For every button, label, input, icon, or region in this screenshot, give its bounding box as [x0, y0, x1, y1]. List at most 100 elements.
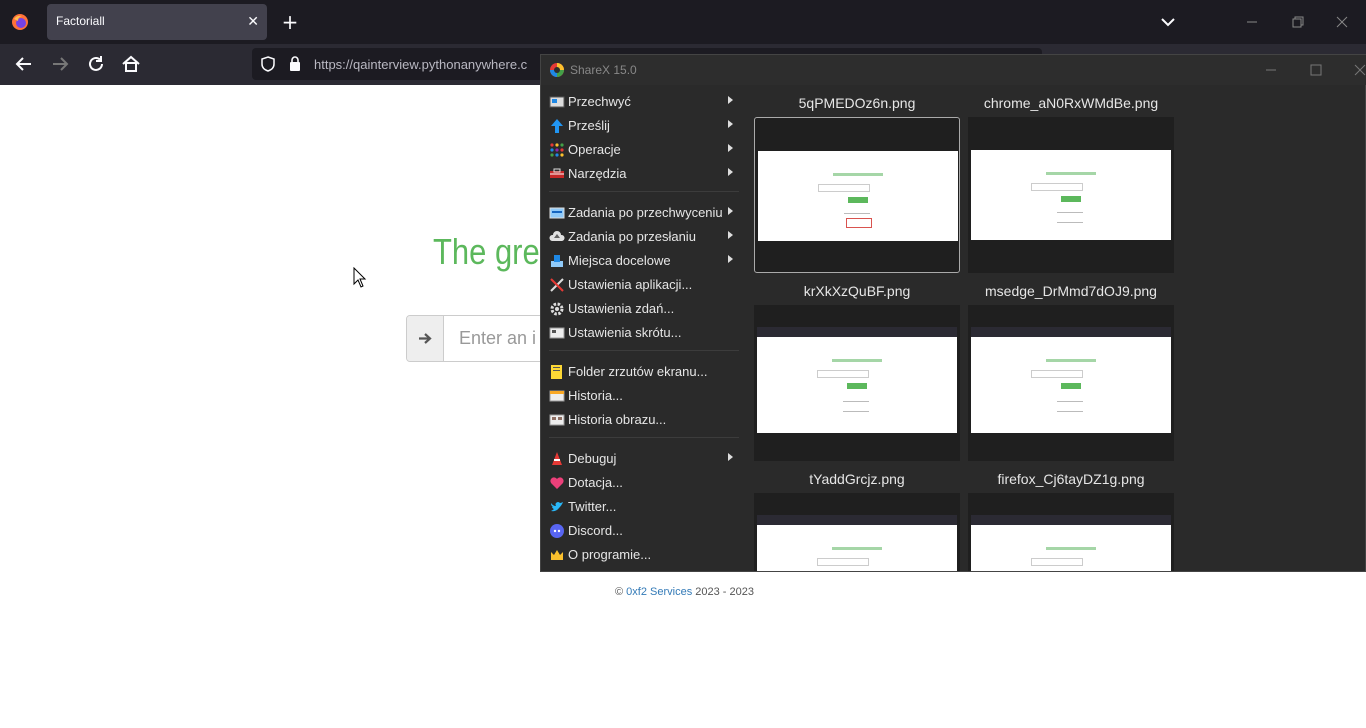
- hotkey-settings-icon: [549, 327, 565, 339]
- sharex-title-bar: ShareX 15.0: [541, 55, 1366, 85]
- menu-item-label: Debuguj: [568, 451, 617, 466]
- mini-line: [1057, 401, 1083, 402]
- menu-item-label: Zadania po przechwyceniu: [568, 205, 723, 220]
- input-addon: [407, 316, 444, 361]
- capture-icon: [549, 96, 565, 108]
- menu-item-label: Miejsca docelowe: [568, 253, 671, 268]
- menu-item-debuguj[interactable]: Debuguj: [549, 448, 741, 470]
- submenu-arrow-icon: [728, 144, 733, 152]
- mini-input: [1031, 183, 1083, 191]
- thumbnail-preview[interactable]: [754, 493, 960, 571]
- thumbnail-item[interactable]: tYaddGrcjz.png: [754, 471, 960, 647]
- url-text[interactable]: https://qainterview.pythonanywhere.c: [314, 57, 527, 72]
- thumbnail-preview[interactable]: [968, 117, 1174, 273]
- mini-line: [844, 213, 870, 214]
- workflows-icon: [550, 143, 564, 157]
- sharex-minimize-icon[interactable]: [1260, 59, 1282, 81]
- mini-headline-bar: [971, 359, 1171, 362]
- thumbnail-item[interactable]: msedge_DrMmd7dOJ9.png: [968, 283, 1174, 461]
- lock-icon[interactable]: [288, 55, 302, 72]
- copyright-symbol: ©: [615, 586, 627, 598]
- submenu-arrow-icon: [728, 207, 733, 215]
- firefox-logo-icon[interactable]: [11, 13, 29, 31]
- shield-icon[interactable]: [260, 56, 276, 72]
- home-icon[interactable]: [120, 53, 142, 75]
- thumbnail-item[interactable]: 5qPMEDOz6n.png: [754, 95, 960, 273]
- folder-icon: [551, 365, 562, 379]
- image-history-icon: [549, 414, 565, 426]
- screenshot-image: [971, 150, 1171, 240]
- upload-icon: [551, 119, 563, 133]
- list-all-tabs-icon[interactable]: [1156, 10, 1180, 34]
- mouse-cursor-icon: [353, 267, 367, 288]
- menu-item-ustawienia-zadan[interactable]: Ustawienia zdań...: [549, 298, 741, 320]
- tools-icon: [550, 168, 564, 178]
- footer-link[interactable]: 0xf2 Services: [626, 586, 692, 598]
- menu-item-twitter[interactable]: Twitter...: [549, 496, 741, 518]
- thumbnail-preview[interactable]: [754, 305, 960, 461]
- menu-item-label: Prześlij: [568, 118, 610, 133]
- back-icon[interactable]: [13, 53, 35, 75]
- menu-item-label: Przechwyć: [568, 94, 631, 109]
- new-tab-button[interactable]: +: [280, 10, 300, 34]
- sharex-maximize-icon[interactable]: [1305, 59, 1327, 81]
- browser-tab-factoriall[interactable]: Factoriall ✕: [47, 4, 267, 40]
- thumbnail-item[interactable]: krXkXzQuBF.png: [754, 283, 960, 461]
- sharex-close-icon[interactable]: [1349, 59, 1366, 81]
- screenshot-image: [757, 337, 957, 433]
- submenu-arrow-icon: [728, 255, 733, 263]
- thumbnail-item[interactable]: firefox_Cj6tayDZ1g.png: [968, 471, 1174, 647]
- forward-icon[interactable]: [49, 53, 71, 75]
- menu-item-miejsca-docelowe[interactable]: Miejsca docelowe: [549, 250, 741, 272]
- mini-button: [1061, 196, 1081, 202]
- menu-item-label: O programie...: [568, 547, 652, 562]
- sharex-logo-icon: [550, 63, 564, 77]
- menu-item-label: Operacje: [568, 142, 621, 157]
- mini-button: [848, 197, 868, 203]
- discord-icon: [550, 524, 564, 538]
- menu-item-zadania-po-przechwyceniu[interactable]: Zadania po przechwyceniu: [549, 202, 741, 224]
- mini-line: [843, 411, 869, 412]
- menu-item-label: Folder zrzutów ekranu...: [568, 364, 708, 379]
- mini-browser-bar: [971, 327, 1171, 337]
- thumbnail-preview[interactable]: [754, 117, 960, 273]
- debug-icon: [552, 452, 562, 465]
- menu-item-przeslij[interactable]: Prześlij: [549, 115, 741, 137]
- menu-item-o-programie[interactable]: O programie...: [549, 544, 741, 566]
- menu-item-historia-obrazu[interactable]: Historia obrazu...: [549, 409, 741, 431]
- crown-icon: [551, 550, 563, 560]
- menu-item-przechwyc[interactable]: Przechwyć: [549, 91, 741, 113]
- menu-item-label: Ustawienia skrótu...: [568, 325, 682, 340]
- menu-item-label: Ustawienia aplikacji...: [568, 277, 693, 292]
- mini-headline-bar: [757, 547, 957, 550]
- mini-input: [1031, 558, 1083, 566]
- browser-tab-bar: Factoriall ✕ +: [0, 0, 1366, 44]
- twitter-icon: [551, 502, 563, 512]
- menu-item-discord[interactable]: Discord...: [549, 520, 741, 542]
- restore-icon[interactable]: [1285, 10, 1309, 34]
- reload-icon[interactable]: [85, 53, 107, 75]
- minimize-icon[interactable]: [1240, 10, 1264, 34]
- close-window-icon[interactable]: [1330, 10, 1354, 34]
- screenshot-image: [971, 525, 1171, 571]
- tab-close-icon[interactable]: ✕: [247, 13, 259, 31]
- menu-item-dotacja[interactable]: Dotacja...: [549, 472, 741, 494]
- thumbnail-item[interactable]: chrome_aN0RxWMdBe.png: [968, 95, 1174, 273]
- menu-item-label: Zadania po przesłaniu: [568, 229, 696, 244]
- menu-item-folder-zrzutow[interactable]: Folder zrzutów ekranu...: [549, 361, 741, 383]
- menu-item-label: Historia obrazu...: [568, 412, 667, 427]
- menu-separator: [549, 191, 739, 192]
- menu-item-zadania-po-przeslaniu[interactable]: Zadania po przesłaniu: [549, 226, 741, 248]
- menu-item-label: Narzędzia: [568, 166, 627, 181]
- menu-item-ustawienia-skrotu[interactable]: Ustawienia skrótu...: [549, 322, 741, 344]
- mini-headline-bar: [757, 359, 957, 362]
- thumbnail-preview[interactable]: [968, 305, 1174, 461]
- submenu-arrow-icon: [728, 168, 733, 176]
- menu-item-operacje[interactable]: Operacje: [549, 139, 741, 161]
- thumbnail-preview[interactable]: [968, 493, 1174, 571]
- menu-item-ustawienia-aplikacji[interactable]: Ustawienia aplikacji...: [549, 274, 741, 296]
- menu-item-label: Ustawienia zdań...: [568, 301, 675, 316]
- menu-item-narzedzia[interactable]: Narzędzia: [549, 163, 741, 185]
- menu-item-historia[interactable]: Historia...: [549, 385, 741, 407]
- mini-button: [847, 383, 867, 389]
